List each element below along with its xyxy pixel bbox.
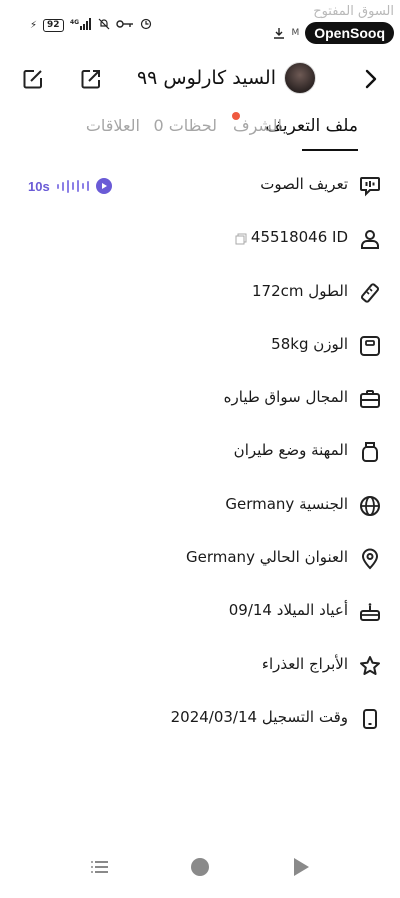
profile-identity: السيد كارلوس ٩٩ — [137, 62, 316, 94]
nationality-value: Germany — [225, 494, 295, 513]
weight-value: 58kg — [271, 334, 309, 353]
weight-label: الوزن 58kg — [271, 335, 348, 353]
scale-icon — [360, 335, 380, 356]
ruler-icon — [360, 282, 380, 303]
chevron-right-icon — [365, 69, 377, 89]
signal-icon: 4G — [70, 18, 92, 33]
back-triangle-icon — [294, 858, 309, 876]
globe-icon — [360, 495, 380, 516]
system-nav-bar — [0, 838, 400, 898]
address-key: العنوان الحالي — [259, 548, 348, 567]
height-label: الطول 172cm — [252, 282, 348, 300]
share-icon — [81, 70, 100, 89]
birthday-label: أعياد الميلاد 09/14 — [229, 601, 348, 619]
download-icon — [273, 24, 285, 43]
location-pin-icon — [361, 548, 379, 570]
row-nationality: الجنسية Germany — [0, 480, 400, 533]
row-zodiac: الأبراج العذراء — [0, 640, 400, 693]
weight-key: الوزن — [313, 334, 348, 353]
edit-button[interactable] — [20, 66, 46, 92]
row-registration: وقت التسجيل 2024/03/14 — [0, 693, 400, 746]
menu-icon — [91, 861, 108, 873]
profession-label: المهنة وضع طيران — [233, 441, 348, 460]
row-voice-intro: تعريف الصوت 10s — [0, 160, 400, 213]
nationality-key: الجنسية — [299, 494, 348, 513]
charging-icon: ⚡ — [30, 20, 38, 31]
svg-text:4G: 4G — [70, 19, 79, 26]
height-key: الطول — [308, 281, 348, 300]
row-profession: المهنة وضع طيران — [0, 426, 400, 479]
profile-details-list: تعريف الصوت 10s 45518046 ID الطول 172cm … — [0, 160, 400, 746]
status-m-label: M — [291, 28, 300, 38]
tab-moments[interactable]: لحظات 0 — [153, 116, 217, 135]
home-circle-icon — [191, 858, 209, 876]
voice-intro-label: تعريف الصوت — [260, 175, 348, 193]
active-tab-indicator — [302, 149, 358, 151]
nationality-label: الجنسية Germany — [225, 495, 348, 513]
username: السيد كارلوس ٩٩ — [136, 67, 276, 89]
key-icon — [115, 19, 134, 32]
registration-value: 2024/03/14 — [170, 707, 258, 726]
sync-icon — [140, 18, 152, 33]
opensooq-badge: OpenSooq — [305, 22, 394, 44]
birthday-value: 09/14 — [228, 601, 272, 620]
address-value: Germany — [186, 548, 255, 567]
play-icon — [101, 183, 107, 189]
edit-icon — [23, 70, 42, 89]
address-label: العنوان الحالي Germany — [186, 548, 348, 566]
system-back-button[interactable] — [286, 852, 316, 882]
profile-header: السيد كارلوس ٩٩ — [0, 58, 400, 102]
profession-icon — [362, 442, 378, 463]
voice-player[interactable]: 10s — [28, 178, 112, 194]
waveform-icon — [56, 179, 89, 193]
row-address: العنوان الحالي Germany — [0, 533, 400, 586]
home-button[interactable] — [185, 852, 215, 882]
star-icon — [360, 655, 380, 675]
registration-label: وقت التسجيل 2024/03/14 — [171, 708, 348, 726]
battery-indicator: 92 — [43, 19, 64, 32]
row-height: الطول 172cm — [0, 267, 400, 320]
cake-icon — [360, 603, 380, 622]
play-button[interactable] — [95, 178, 112, 194]
status-bar: ⚡ 92 4G السوق المفتوح M OpenSooq — [0, 0, 400, 52]
share-button[interactable] — [78, 66, 104, 92]
tab-relations[interactable]: العلاقات — [86, 116, 140, 135]
registration-key: وقت التسجيل — [261, 707, 348, 726]
copy-icon[interactable] — [235, 233, 247, 245]
briefcase-icon — [360, 390, 380, 409]
voice-intro-icon — [360, 177, 380, 197]
tab-honor[interactable]: الشرف — [233, 116, 282, 135]
row-field: المجال سواق طياره — [0, 373, 400, 426]
audio-duration: 10s — [28, 178, 50, 194]
phone-icon — [363, 708, 377, 729]
mute-bell-icon — [98, 18, 110, 33]
row-birthday: أعياد الميلاد 09/14 — [0, 586, 400, 639]
row-weight: الوزن 58kg — [0, 320, 400, 373]
avatar[interactable] — [284, 62, 316, 94]
back-button[interactable] — [358, 66, 384, 92]
zodiac-label: الأبراج العذراء — [261, 654, 348, 673]
height-value: 172cm — [252, 281, 304, 300]
row-user-id: 45518046 ID — [0, 213, 400, 266]
field-label: المجال سواق طياره — [223, 388, 348, 407]
recent-apps-button[interactable] — [85, 852, 115, 882]
status-right: M OpenSooq — [273, 6, 394, 44]
user-id-label: 45518046 ID — [250, 228, 348, 247]
status-left: ⚡ 92 4G — [30, 18, 152, 33]
birthday-key: أعياد الميلاد — [276, 601, 348, 620]
notification-dot — [232, 112, 240, 120]
person-icon — [361, 230, 379, 250]
